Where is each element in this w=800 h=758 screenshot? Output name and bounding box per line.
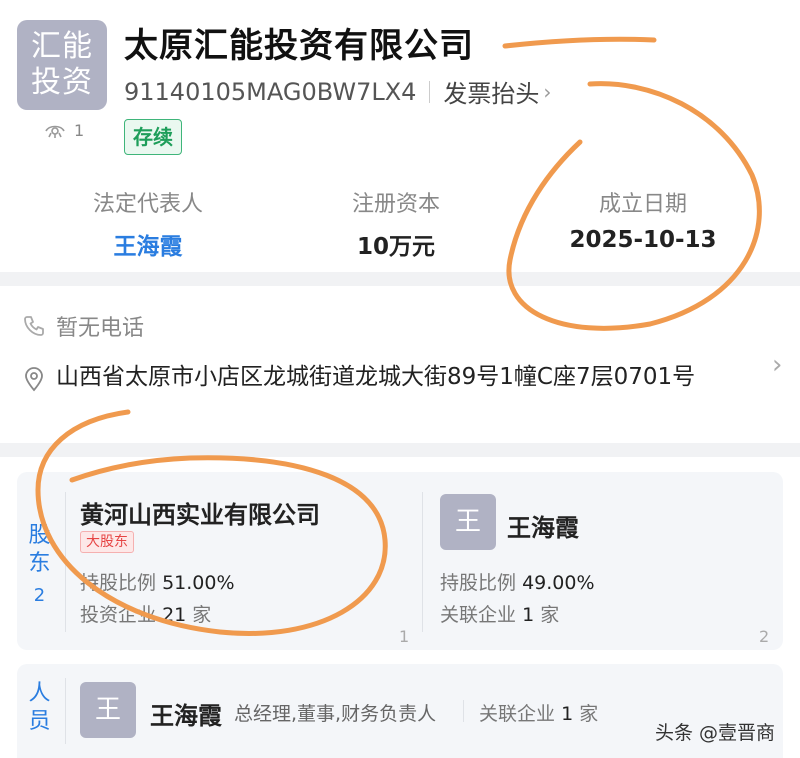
stat-founded: 成立日期 2025-10-13 (533, 186, 753, 253)
shareholder-name[interactable]: 黄河山西实业有限公司 (80, 495, 320, 530)
legal-rep-link[interactable]: 王海霞 (38, 227, 258, 261)
related-count: 21 (162, 604, 187, 626)
shareholders-label[interactable]: 股东 2 (17, 522, 62, 610)
avatar: 王 (80, 682, 136, 738)
stat-label: 法定代表人 (92, 192, 203, 217)
ratio-label: 持股比例 (80, 572, 157, 594)
stat-label: 成立日期 (598, 192, 687, 217)
personnel-title: 人员 (28, 681, 51, 734)
stat-legal-rep[interactable]: 法定代表人 王海霞 (38, 186, 258, 261)
chevron-right-icon[interactable]: › (772, 350, 782, 380)
divider (65, 492, 66, 632)
divider (65, 678, 66, 744)
invoice-link[interactable]: 发票抬头 (443, 74, 539, 109)
major-shareholder-badge: 大股东 (80, 531, 134, 553)
phone-icon (24, 316, 44, 336)
credit-row: 91140105MAG0BW7LX4 发票抬头 › (124, 74, 551, 109)
underline-stroke (502, 36, 657, 49)
related-count: 1 (561, 703, 574, 725)
avatar: 王 (440, 494, 496, 550)
ratio-value: 51.00% (162, 572, 235, 594)
divider (422, 492, 423, 632)
logo-text-line1: 汇能 (31, 29, 93, 64)
person-related: 关联企业 1 家 (479, 699, 598, 726)
eye-icon (45, 125, 65, 138)
view-count: 1 (44, 121, 84, 140)
related-count: 1 (522, 604, 535, 626)
section-divider (0, 272, 800, 286)
personnel-label[interactable]: 人员 (17, 680, 62, 736)
chevron-right-icon[interactable]: › (543, 80, 551, 104)
person-roles: 总经理,董事,财务负责人 (234, 703, 437, 725)
shareholder-related: 投资企业 21 家 (80, 600, 211, 627)
address-text: 山西省太原市小店区龙城街道龙城大街89号1幢C座7层0701号 (56, 364, 696, 390)
section-divider (0, 443, 800, 457)
shareholders-title: 股东 (28, 523, 51, 576)
address-row[interactable]: 山西省太原市小店区龙城街道龙城大街89号1幢C座7层0701号 (22, 362, 762, 393)
related-unit: 家 (579, 703, 599, 725)
shareholder-ratio: 持股比例 51.00% (80, 568, 235, 595)
related-label: 投资企业 (80, 604, 157, 626)
view-count-value: 1 (74, 121, 85, 140)
watermark: 头条 @壹晋商 (655, 722, 776, 744)
ratio-value: 49.00% (522, 572, 595, 594)
stat-capital: 注册资本 10万元 (286, 186, 506, 261)
related-label: 关联企业 (440, 604, 517, 626)
stat-label: 注册资本 (351, 192, 440, 217)
shareholders-count: 2 (33, 585, 46, 606)
related-label: 关联企业 (479, 703, 556, 725)
company-name: 太原汇能投资有限公司 (124, 26, 474, 66)
stat-value: 10万元 (356, 234, 435, 260)
ratio-label: 持股比例 (440, 572, 517, 594)
divider (463, 700, 464, 722)
shareholder-name[interactable]: 王海霞 (507, 508, 579, 543)
stat-value: 2025-10-13 (569, 227, 717, 253)
phone-row[interactable]: 暂无电话 (22, 310, 144, 342)
logo-text-line2: 投资 (31, 65, 93, 100)
related-unit: 家 (540, 604, 560, 626)
shareholder-related: 关联企业 1 家 (440, 600, 559, 627)
divider (429, 80, 431, 103)
credit-code: 91140105MAG0BW7LX4 (124, 77, 417, 106)
status-badge: 存续 (124, 119, 182, 155)
shareholder-ratio: 持股比例 49.00% (440, 568, 595, 595)
item-index: 2 (759, 627, 770, 646)
item-index: 1 (399, 627, 410, 646)
related-unit: 家 (192, 604, 212, 626)
shareholders-card: 股东 2 黄河山西实业有限公司 大股东 持股比例 51.00% 投资企业 21 … (17, 472, 783, 650)
person-name[interactable]: 王海霞 (150, 696, 222, 731)
company-logo: 汇能 投资 (17, 20, 107, 110)
phone-text: 暂无电话 (56, 316, 145, 341)
location-pin-icon (25, 367, 43, 392)
